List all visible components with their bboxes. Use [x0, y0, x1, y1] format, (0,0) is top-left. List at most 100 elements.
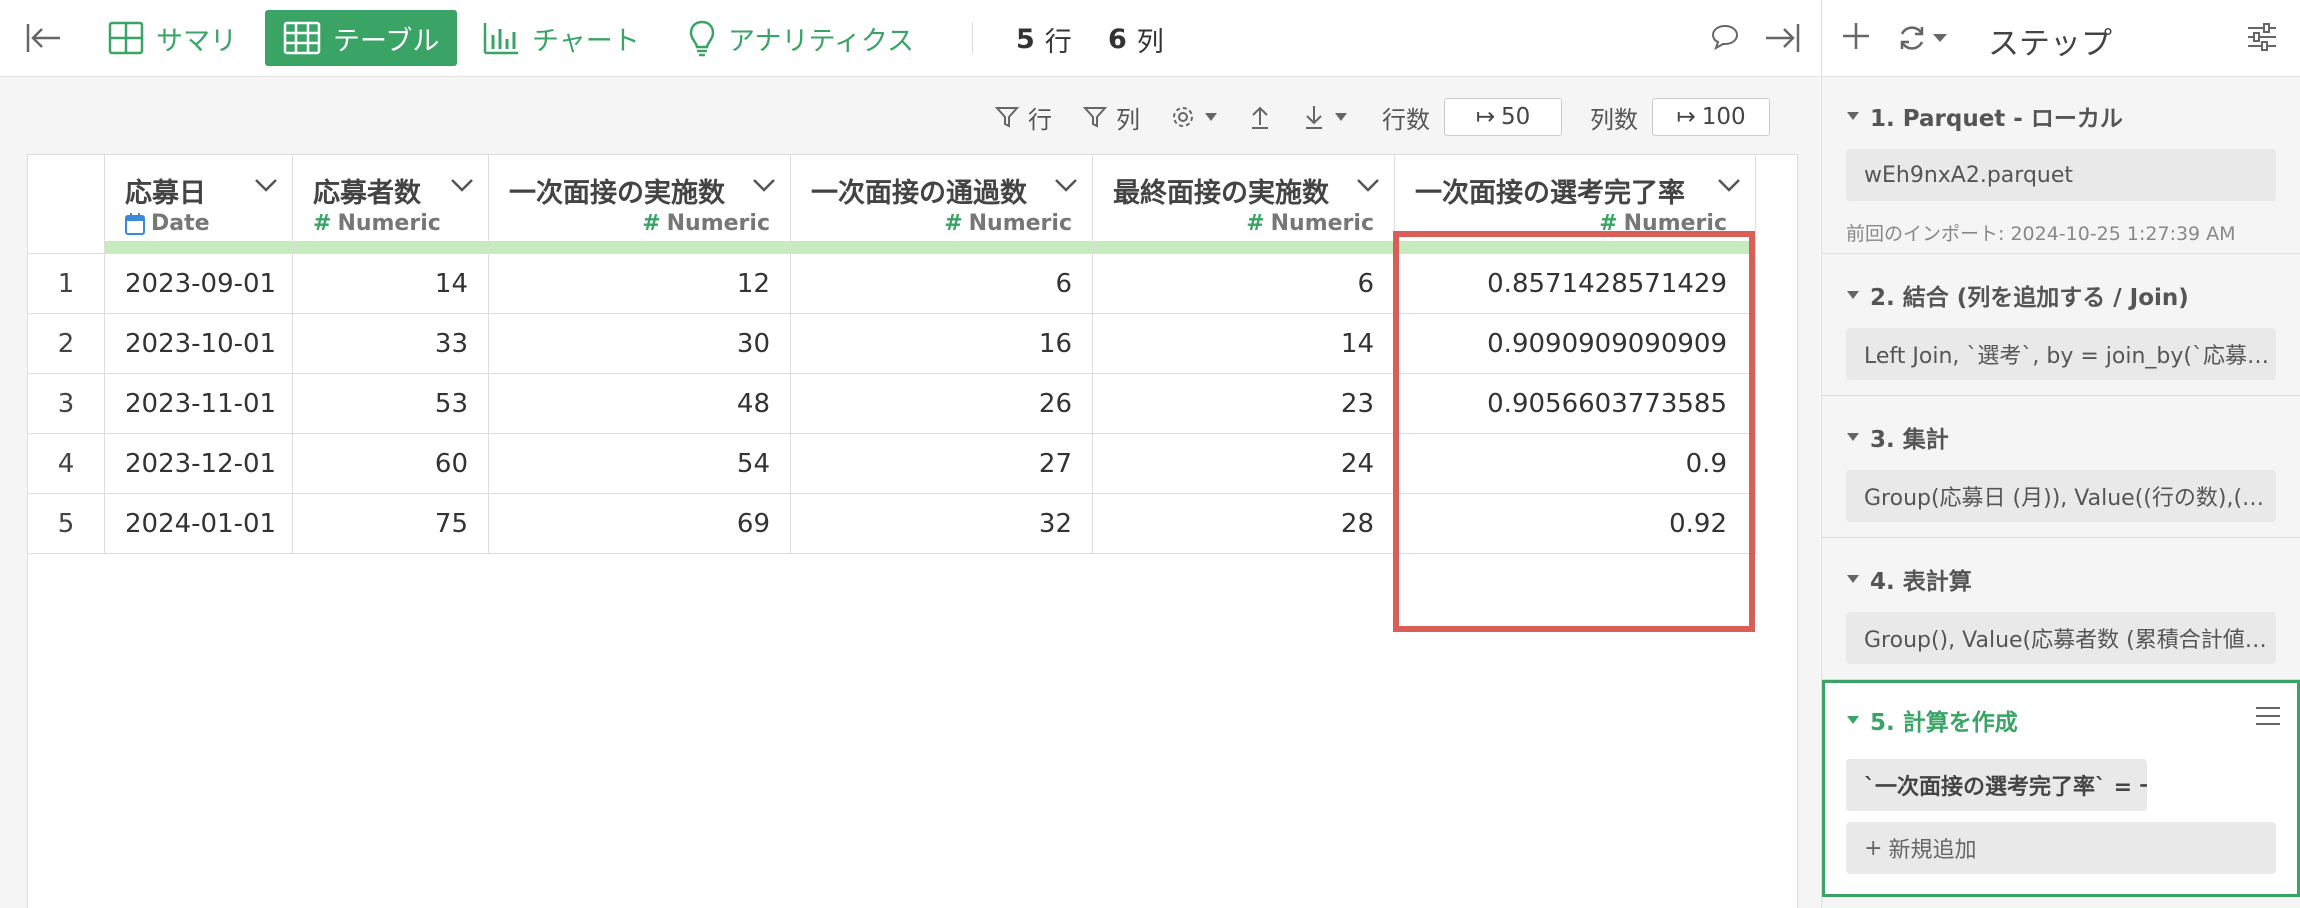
- tab-analytics[interactable]: アナリティクス: [670, 10, 932, 66]
- table-cell[interactable]: 23: [1092, 373, 1395, 434]
- step-title-label: 4. 表計算: [1870, 569, 1972, 595]
- column-type-label: Numeric: [1270, 211, 1374, 236]
- refresh-dropdown[interactable]: [1896, 22, 1948, 54]
- column-type-label: Numeric: [666, 211, 770, 236]
- column-name: 応募者数: [313, 178, 421, 209]
- table-icon: [283, 21, 321, 55]
- column-header-final-interview-count[interactable]: 最終面接の実施数 # Numeric: [1092, 154, 1395, 254]
- table-cell[interactable]: 2023-11-01: [104, 373, 293, 434]
- limit-arrow-icon: ↦: [1475, 104, 1495, 130]
- step-detail[interactable]: Group(), Value(応募者数 (累積合計値…: [1846, 612, 2276, 664]
- column-type: # Numeric: [1599, 211, 1727, 236]
- chevron-down-icon[interactable]: [1717, 177, 1741, 193]
- table-cell[interactable]: 24: [1092, 433, 1395, 494]
- step-3[interactable]: 3. 集計 Group(応募日 (月)), Value((行の数),(…: [1822, 396, 2300, 538]
- table-cell[interactable]: 26: [790, 373, 1093, 434]
- triangle-down-icon[interactable]: [1846, 715, 1860, 725]
- table-cell[interactable]: 2023-10-01: [104, 313, 293, 374]
- table-cell[interactable]: 48: [488, 373, 791, 434]
- triangle-down-icon[interactable]: [1846, 111, 1860, 121]
- chevron-down-icon[interactable]: [752, 177, 776, 193]
- table-cell[interactable]: 53: [292, 373, 489, 434]
- table-cell[interactable]: 30: [488, 313, 791, 374]
- table-cell[interactable]: 0.8571428571429: [1394, 253, 1756, 314]
- table-cell[interactable]: 28: [1092, 493, 1395, 554]
- triangle-down-icon[interactable]: [1846, 290, 1860, 300]
- column-header-first-interview-passed[interactable]: 一次面接の通過数 # Numeric: [790, 154, 1093, 254]
- table-cell[interactable]: 12: [488, 253, 791, 314]
- row-count-value: 5: [1016, 24, 1035, 55]
- step-detail[interactable]: Group(応募日 (月)), Value((行の数),(…: [1846, 470, 2276, 522]
- table-subtoolbar: 行 列 行数 ↦ 50 列数 ↦ 100: [994, 97, 1770, 137]
- toolbar-divider: [972, 22, 973, 54]
- chevron-down-icon[interactable]: [1356, 177, 1380, 193]
- cols-limit-input[interactable]: ↦ 100: [1652, 98, 1770, 136]
- settings-dropdown[interactable]: [1170, 104, 1218, 130]
- table-cell[interactable]: 6: [1092, 253, 1395, 314]
- filter-columns-button[interactable]: 列: [1082, 100, 1140, 135]
- tab-table[interactable]: テーブル: [265, 10, 458, 66]
- step-title: 4. 表計算: [1846, 562, 1972, 596]
- step-1[interactable]: 1. Parquet - ローカル wEh9nxA2.parquet 前回のイン…: [1822, 77, 2300, 254]
- table-cell[interactable]: 0.9090909090909: [1394, 313, 1756, 374]
- table-cell[interactable]: 32: [790, 493, 1093, 554]
- step-title-label: 1. Parquet - ローカル: [1870, 106, 2123, 132]
- filter-rows-button[interactable]: 行: [994, 100, 1052, 135]
- tab-summary[interactable]: サマリ: [90, 10, 255, 66]
- column-name: 最終面接の実施数: [1113, 178, 1329, 209]
- table-cell[interactable]: 0.92: [1394, 493, 1756, 554]
- triangle-down-icon[interactable]: [1846, 574, 1860, 584]
- table-cell[interactable]: 14: [292, 253, 489, 314]
- chevron-down-icon[interactable]: [1054, 177, 1078, 193]
- chevron-down-icon[interactable]: [450, 177, 474, 193]
- step-detail[interactable]: Left Join, `選考`, by = join_by(`応募…: [1846, 328, 2276, 380]
- table-cell[interactable]: 33: [292, 313, 489, 374]
- sliders-icon[interactable]: [2246, 22, 2278, 52]
- table-row: 3 2023-11-01 53 48 26 23 0.9056603773585: [27, 373, 1756, 434]
- step-2[interactable]: 2. 結合 (列を追加する / Join) Left Join, `選考`, b…: [1822, 254, 2300, 396]
- table-cell[interactable]: 6: [790, 253, 1093, 314]
- table-cell[interactable]: 0.9056603773585: [1394, 373, 1756, 434]
- table-cell[interactable]: 14: [1092, 313, 1395, 374]
- steps-panel-header: ステップ: [1822, 0, 2300, 77]
- chevron-down-icon[interactable]: [254, 177, 278, 193]
- table-cell[interactable]: 69: [488, 493, 791, 554]
- collapse-right-icon[interactable]: [1762, 18, 1802, 58]
- column-type-label: Numeric: [337, 211, 441, 236]
- hash-icon: #: [642, 211, 661, 236]
- step-5[interactable]: 5. 計算を作成 `一次面接の選考完了率` = 一… + 新規追加: [1822, 680, 2300, 897]
- menu-icon[interactable]: [2255, 705, 2281, 727]
- download-dropdown[interactable]: [1302, 104, 1348, 130]
- table-cell[interactable]: 75: [292, 493, 489, 554]
- column-name: 一次面接の実施数: [509, 178, 725, 209]
- tab-chart[interactable]: チャート: [464, 10, 658, 66]
- cols-limit-value: 100: [1701, 104, 1746, 130]
- column-type-bar: [293, 241, 488, 253]
- table-cell[interactable]: 60: [292, 433, 489, 494]
- triangle-down-icon[interactable]: [1846, 432, 1860, 442]
- bar-chart-icon: [482, 21, 520, 55]
- table-cell[interactable]: 0.9: [1394, 433, 1756, 494]
- comment-icon[interactable]: [1710, 22, 1740, 52]
- column-header-completion-rate[interactable]: 一次面接の選考完了率 # Numeric: [1394, 154, 1756, 254]
- upload-button[interactable]: [1248, 104, 1272, 130]
- table-cell[interactable]: 16: [790, 313, 1093, 374]
- table-cell[interactable]: 54: [488, 433, 791, 494]
- rows-limit-input[interactable]: ↦ 50: [1444, 98, 1562, 136]
- add-new-button[interactable]: + 新規追加: [1846, 822, 2276, 874]
- step-4[interactable]: 4. 表計算 Group(), Value(応募者数 (累積合計値…: [1822, 538, 2300, 680]
- step-detail[interactable]: wEh9nxA2.parquet: [1846, 149, 2276, 201]
- table-cell[interactable]: 2023-09-01: [104, 253, 293, 314]
- table-row: 4 2023-12-01 60 54 27 24 0.9: [27, 433, 1756, 494]
- step-detail[interactable]: `一次面接の選考完了率` = 一…: [1846, 759, 2147, 811]
- table-cell[interactable]: 27: [790, 433, 1093, 494]
- row-number-header: [27, 154, 105, 254]
- plus-icon[interactable]: [1840, 20, 1872, 52]
- table-cell[interactable]: 2024-01-01: [104, 493, 293, 554]
- table-cell[interactable]: 2023-12-01: [104, 433, 293, 494]
- column-header-applicants[interactable]: 応募者数 # Numeric: [292, 154, 489, 254]
- row-count: 5 行: [1016, 20, 1072, 59]
- column-header-first-interview-count[interactable]: 一次面接の実施数 # Numeric: [488, 154, 791, 254]
- column-header-date[interactable]: 応募日 Date: [104, 154, 293, 254]
- collapse-left-icon[interactable]: [24, 18, 64, 58]
